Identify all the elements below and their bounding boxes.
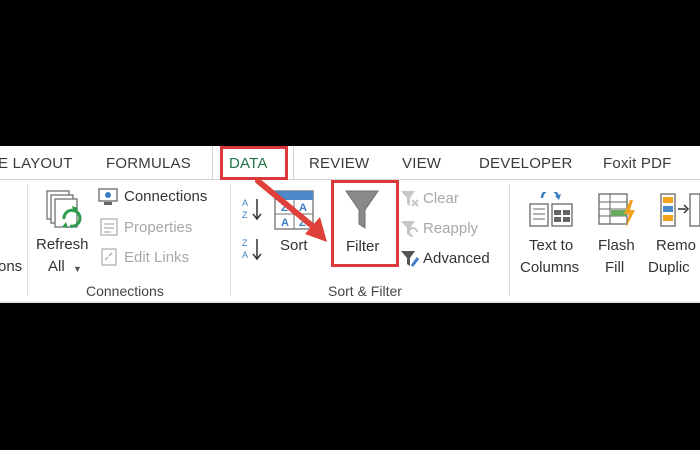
red-arrow-annotation xyxy=(255,178,327,242)
ribbon-bottom-border xyxy=(0,301,700,303)
excel-ribbon: E LAYOUT FORMULAS DATA REVIEW VIEW DEVEL… xyxy=(0,146,700,303)
